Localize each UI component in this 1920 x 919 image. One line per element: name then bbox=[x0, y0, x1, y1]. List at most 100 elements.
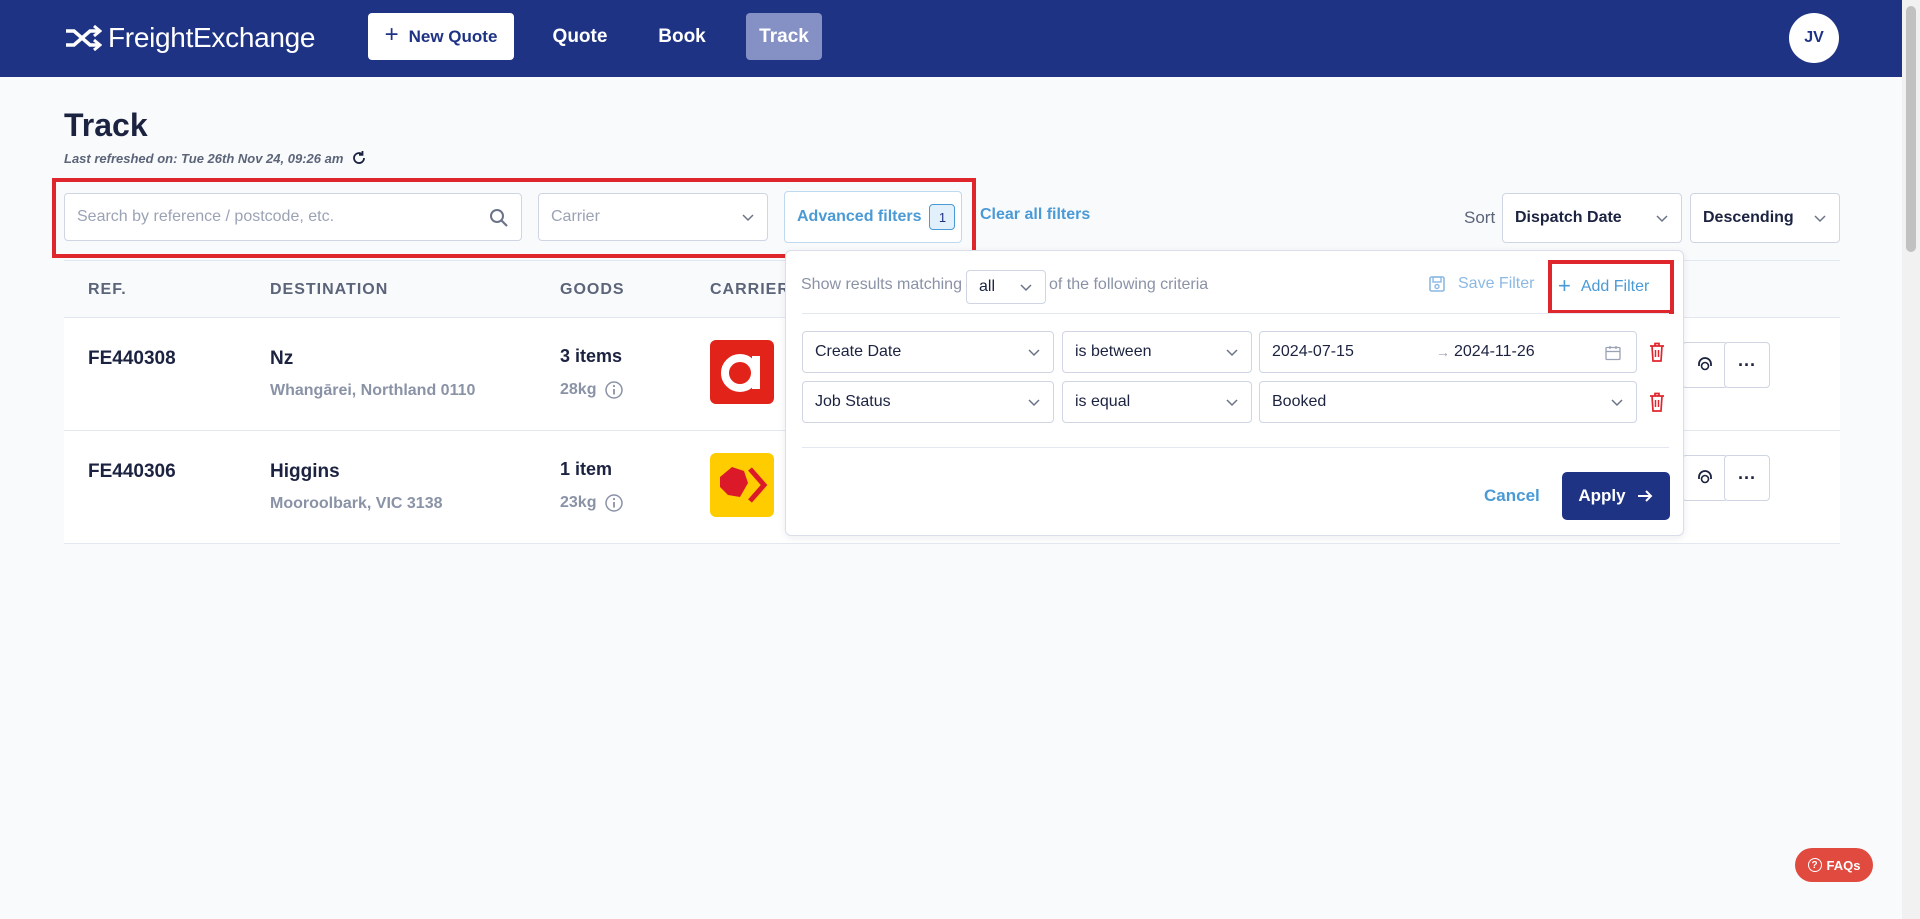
new-quote-label: New Quote bbox=[408, 26, 498, 46]
criteria-operator-value: is equal bbox=[1075, 393, 1131, 410]
search-input[interactable]: Search by reference / postcode, etc. bbox=[64, 193, 522, 241]
plus-icon: + bbox=[1558, 273, 1571, 298]
refresh-time: Tue 26th Nov 24, 09:26 am bbox=[181, 150, 344, 166]
freightexchange-logo[interactable]: FreightExchange bbox=[64, 22, 315, 54]
search-placeholder: Search by reference / postcode, etc. bbox=[77, 208, 335, 225]
page-scrollbar[interactable] bbox=[1902, 0, 1920, 919]
sort-order-select[interactable]: Descending bbox=[1690, 193, 1840, 243]
aramex-logo bbox=[710, 340, 774, 404]
scrollbar-thumb[interactable] bbox=[1906, 6, 1916, 252]
criteria-operator-select[interactable]: is between bbox=[1062, 331, 1252, 373]
row-goods: 3 items bbox=[560, 346, 623, 366]
column-header-carrier: CARRIER bbox=[710, 281, 790, 298]
match-mode-value: all bbox=[979, 278, 996, 295]
new-quote-button[interactable]: + New Quote bbox=[368, 13, 514, 60]
arrow-right-icon: → bbox=[1436, 344, 1450, 360]
add-filter-button[interactable]: + Add Filter bbox=[1558, 273, 1650, 299]
advanced-filters-count-badge: 1 bbox=[929, 204, 956, 230]
advanced-filters-label: Advanced filters bbox=[797, 208, 922, 225]
last-refreshed: Last refreshed on: Tue 26th Nov 24, 09:2… bbox=[64, 150, 367, 166]
date-range-end[interactable]: 2024-11-26 bbox=[1454, 343, 1535, 361]
match-mode-select[interactable]: all bbox=[966, 270, 1046, 304]
row-goods: 1 item bbox=[560, 459, 613, 479]
row-destination: Higgins bbox=[270, 461, 340, 482]
carrier-select[interactable]: Carrier bbox=[538, 193, 768, 241]
australia-post-logo bbox=[710, 453, 774, 517]
chevron-down-icon bbox=[1226, 349, 1238, 357]
column-header-destination: DESTINATION bbox=[270, 281, 389, 298]
save-icon bbox=[1429, 276, 1445, 292]
more-actions-button[interactable]: ··· bbox=[1724, 455, 1770, 501]
column-header-goods: GOODS bbox=[560, 281, 625, 298]
trash-icon[interactable] bbox=[1647, 391, 1667, 413]
criteria-value-select[interactable]: Booked bbox=[1259, 381, 1637, 423]
date-range-start[interactable]: 2024-07-15 bbox=[1272, 343, 1354, 361]
top-nav-bar: FreightExchange + New Quote Quote Book T… bbox=[0, 0, 1902, 77]
clear-all-filters-link[interactable]: Clear all filters bbox=[980, 206, 1090, 224]
add-filter-label: Add Filter bbox=[1580, 278, 1650, 295]
info-icon[interactable] bbox=[604, 493, 624, 513]
info-icon[interactable] bbox=[604, 380, 624, 400]
save-filter-button[interactable]: Save Filter bbox=[1428, 275, 1534, 293]
criteria-field-value: Job Status bbox=[815, 393, 891, 410]
date-range-picker[interactable]: 2024-07-15 → 2024-11-26 bbox=[1259, 331, 1637, 373]
criteria-field-select[interactable]: Create Date bbox=[802, 331, 1054, 373]
user-avatar[interactable]: JV bbox=[1789, 13, 1839, 63]
row-weight: 23kg bbox=[560, 493, 624, 513]
chevron-down-icon bbox=[1656, 215, 1668, 223]
row-ref[interactable]: FE440308 bbox=[88, 348, 176, 370]
divider bbox=[802, 313, 1669, 314]
apply-button[interactable]: Apply bbox=[1562, 472, 1670, 520]
refresh-label: Last refreshed on: bbox=[64, 150, 178, 166]
more-actions-button[interactable]: ··· bbox=[1724, 342, 1770, 388]
question-icon: ? bbox=[1807, 858, 1822, 872]
chevron-down-icon bbox=[1226, 399, 1238, 407]
chevron-down-icon bbox=[1020, 284, 1032, 292]
nav-quote[interactable]: Quote bbox=[542, 13, 618, 60]
chevron-down-icon bbox=[1814, 215, 1826, 223]
faqs-label: FAQs bbox=[1826, 857, 1861, 873]
row-weight: 28kg bbox=[560, 380, 624, 400]
row-ref[interactable]: FE440306 bbox=[88, 461, 176, 483]
faqs-button[interactable]: ? FAQs bbox=[1795, 848, 1873, 882]
sort-by-select[interactable]: Dispatch Date bbox=[1502, 193, 1682, 243]
chevron-down-icon bbox=[1028, 349, 1040, 357]
row-weight-value: 23kg bbox=[560, 494, 597, 511]
row-weight-value: 28kg bbox=[560, 381, 597, 398]
advanced-filters-button[interactable]: Advanced filters 1 bbox=[784, 191, 962, 243]
cancel-button[interactable]: Cancel bbox=[1484, 486, 1540, 506]
sort-by-value: Dispatch Date bbox=[1515, 209, 1622, 226]
calendar-icon bbox=[1605, 346, 1621, 361]
criteria-value: Booked bbox=[1272, 393, 1327, 410]
support-agent-icon bbox=[1698, 357, 1712, 371]
carrier-placeholder: Carrier bbox=[551, 208, 600, 225]
support-button[interactable] bbox=[1682, 342, 1728, 388]
sort-label: Sort bbox=[1464, 208, 1496, 227]
chevron-down-icon bbox=[1028, 399, 1040, 407]
trash-icon[interactable] bbox=[1647, 341, 1667, 363]
plus-icon: + bbox=[384, 21, 399, 48]
support-agent-icon bbox=[1698, 470, 1712, 484]
chevron-down-icon bbox=[1611, 399, 1623, 407]
arrow-right-icon bbox=[1637, 490, 1653, 502]
nav-track[interactable]: Track bbox=[746, 13, 822, 60]
match-prefix-text: Show results matching bbox=[801, 276, 962, 293]
criteria-field-value: Create Date bbox=[815, 343, 902, 360]
advanced-filters-panel: Show results matching all of the followi… bbox=[785, 250, 1684, 536]
page-title: Track bbox=[64, 107, 148, 143]
refresh-icon[interactable] bbox=[351, 150, 367, 166]
criteria-operator-select[interactable]: is equal bbox=[1062, 381, 1252, 423]
divider bbox=[802, 447, 1669, 448]
match-suffix-text: of the following criteria bbox=[1049, 276, 1209, 293]
criteria-field-select[interactable]: Job Status bbox=[802, 381, 1054, 423]
criteria-operator-value: is between bbox=[1075, 343, 1152, 360]
column-header-ref: REF. bbox=[88, 281, 127, 298]
apply-label: Apply bbox=[1578, 486, 1626, 505]
row-destination: Nz bbox=[270, 348, 294, 369]
logo-text: FreightExchange bbox=[108, 22, 316, 53]
sort-order-value: Descending bbox=[1703, 209, 1794, 226]
shuffle-logo-icon bbox=[66, 25, 102, 51]
nav-book[interactable]: Book bbox=[646, 13, 718, 60]
support-button[interactable] bbox=[1682, 455, 1728, 501]
save-filter-label: Save Filter bbox=[1458, 275, 1535, 292]
